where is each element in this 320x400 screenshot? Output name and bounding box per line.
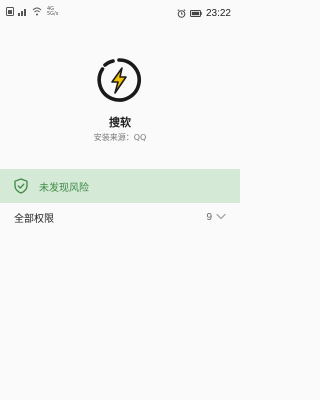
all-permissions-label: 全部权限 — [14, 213, 54, 225]
clock-time: 23:22 — [205, 7, 231, 19]
risk-status-text: 未发现风险 — [39, 182, 89, 194]
sim-card-icon — [6, 7, 14, 16]
status-bar: 4G 5G/s 23:22 — [0, 0, 240, 24]
battery-icon — [189, 9, 202, 17]
signal-icon — [18, 9, 26, 16]
permissions-count: 9 — [206, 211, 212, 223]
app-name: 搜软 — [109, 116, 131, 129]
risk-status-banner: 未发现风险 — [0, 169, 240, 203]
shield-check-icon — [14, 178, 28, 194]
alarm-icon — [177, 8, 186, 18]
network-rate: 5G/s — [47, 11, 59, 17]
app-permission-screen: 4G 5G/s 23:22 搜软 安装来源：QQ 未发现风险 全部权限 9 — [0, 0, 240, 400]
status-bar-right: 23:22 — [177, 7, 231, 19]
all-permissions-row[interactable]: 全部权限 9 — [0, 203, 240, 231]
network-speed: 4G 5G/s — [47, 7, 58, 17]
chevron-down-icon[interactable] — [216, 213, 226, 220]
wifi-icon — [32, 7, 42, 16]
install-source: 安装来源：QQ — [93, 133, 147, 142]
status-bar-left: 4G 5G/s — [6, 7, 58, 19]
lightning-icon — [97, 58, 141, 102]
